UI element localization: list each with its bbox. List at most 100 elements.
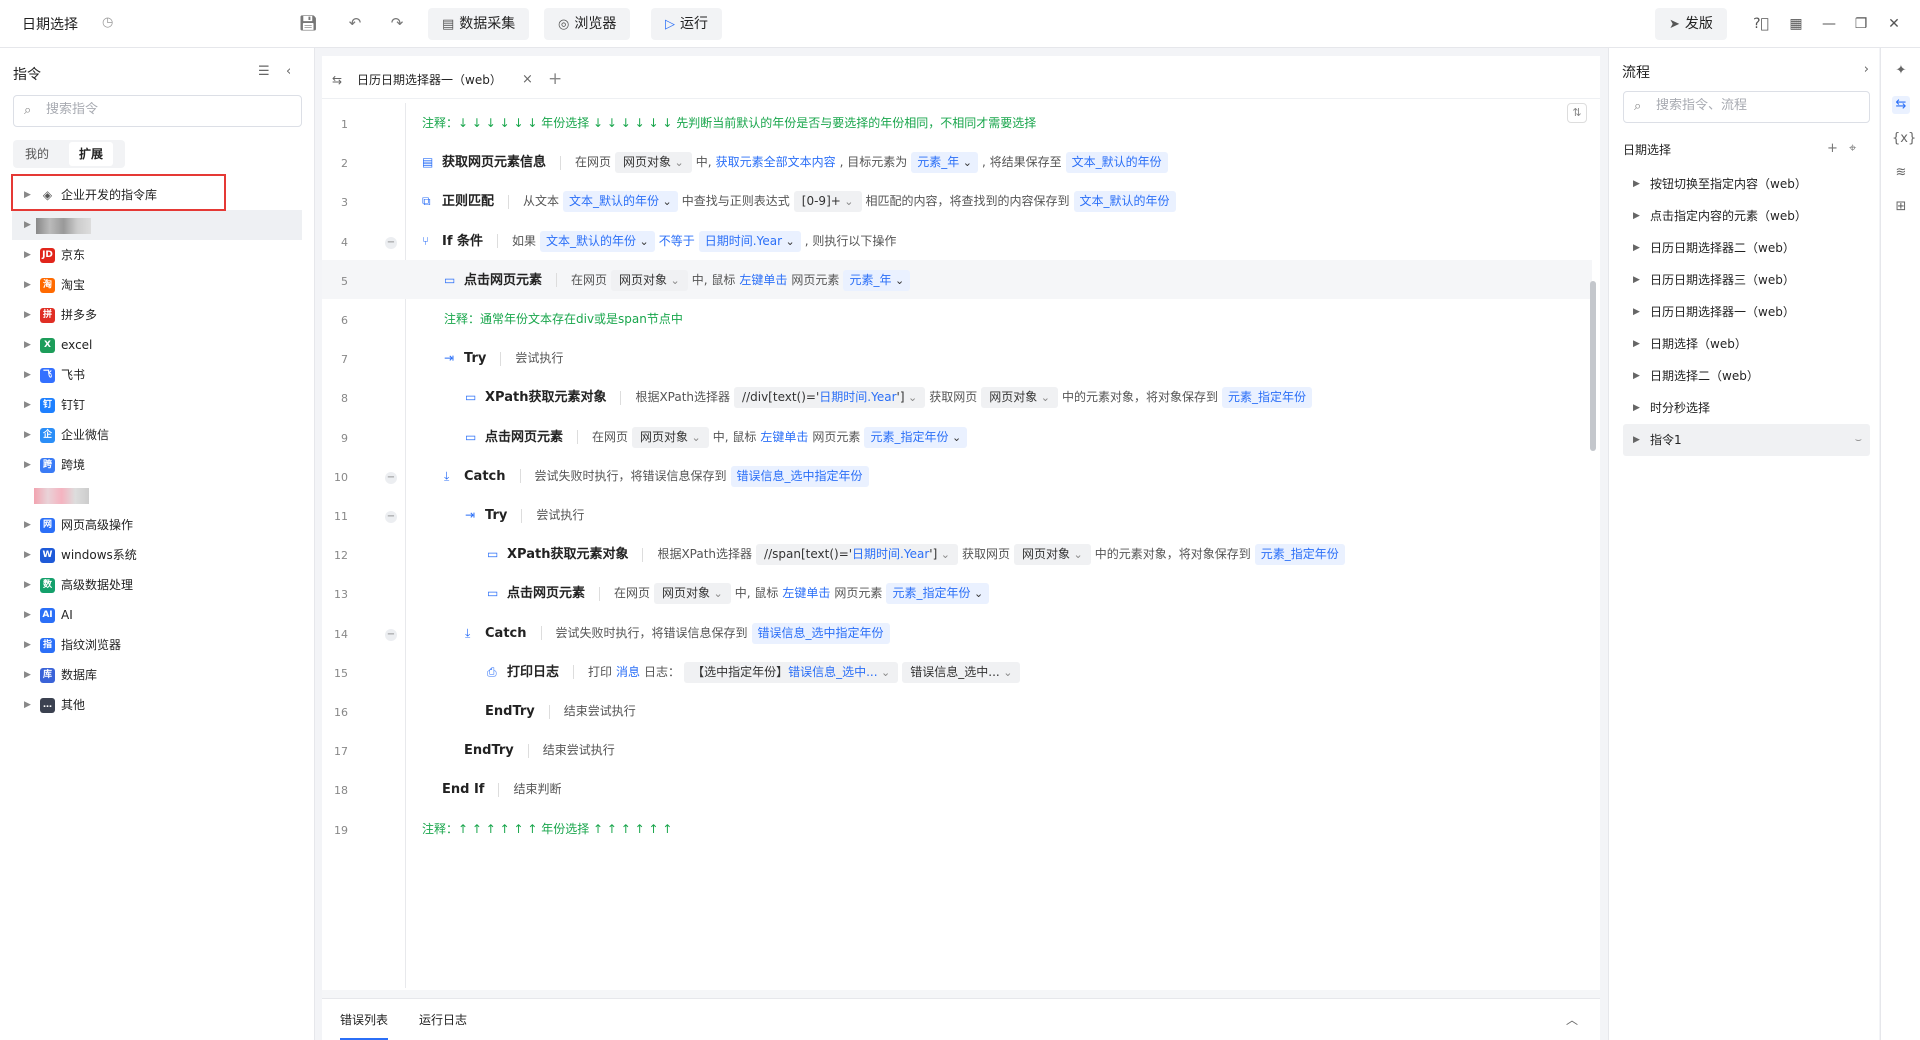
- collapse-left-icon[interactable]: ‹: [286, 64, 291, 79]
- option-link[interactable]: 获取元素全部文本内容: [716, 155, 836, 169]
- statement[interactable]: 注释：↑ ↑ ↑ ↑ ↑ ↑ 年份选择 ↑ ↑ ↑ ↑ ↑ ↑: [422, 818, 676, 840]
- close-tab-icon[interactable]: ×: [522, 62, 533, 98]
- statement[interactable]: End If 结束判断: [422, 778, 565, 800]
- chevron-up-icon[interactable]: ︿: [1566, 1011, 1578, 1028]
- history-icon[interactable]: ◷: [102, 15, 113, 30]
- statement[interactable]: EndTry 结束尝试执行: [444, 739, 619, 761]
- tree-item[interactable]: ▶ 拼拼多多: [12, 300, 302, 330]
- expression-select[interactable]: 【选中指定年份】错误信息_选中...: [684, 661, 899, 683]
- code-line[interactable]: 7 ⇥ Try 尝试执行: [322, 338, 1592, 377]
- grid-icon[interactable]: ▦: [1785, 13, 1807, 35]
- run-button[interactable]: ▷ 运行: [651, 8, 722, 40]
- caret-right-icon[interactable]: ▶: [24, 600, 31, 630]
- code-line[interactable]: 8 ▭ XPath获取元素对象 根据XPath选择器//div[text()='日期时…: [322, 377, 1592, 416]
- statement[interactable]: ⇥ Try 尝试执行: [444, 347, 567, 369]
- caret-right-icon[interactable]: ▶: [24, 660, 31, 690]
- tree-item[interactable]: ▶ 指指纹浏览器: [12, 630, 302, 660]
- statement[interactable]: EndTry 结束尝试执行: [465, 700, 640, 722]
- param-select[interactable]: 网页对象: [615, 152, 692, 174]
- caret-right-icon[interactable]: ▶: [24, 360, 31, 390]
- expression-select[interactable]: //span[text()='日期时间.Year']: [756, 544, 958, 566]
- flow-item[interactable]: ▶ 时分秒选择: [1623, 392, 1870, 424]
- caret-right-icon[interactable]: ▶: [24, 390, 31, 420]
- variable-chip[interactable]: 错误信息_选中指定年份: [730, 465, 869, 487]
- code-line[interactable]: 5 ▭ 点击网页元素 在网页网页对象中, 鼠标左键单击网页元素元素_年: [322, 259, 1592, 299]
- flow-item[interactable]: ▶ 日历日期选择器二（web）: [1623, 232, 1870, 264]
- variable-chip[interactable]: 元素_指定年份: [886, 583, 990, 605]
- statement[interactable]: ▭ 点击网页元素 在网页网页对象中, 鼠标左键单击网页元素元素_年: [444, 269, 914, 291]
- sort-icon[interactable]: ☰: [258, 64, 270, 79]
- code-line[interactable]: 17 EndTry 结束尝试执行: [322, 730, 1592, 769]
- apps-icon[interactable]: ⊞: [1892, 198, 1910, 216]
- caret-right-icon[interactable]: ▶: [24, 240, 31, 270]
- statement[interactable]: ▭ 点击网页元素 在网页网页对象中, 鼠标左键单击网页元素元素_指定年份: [465, 426, 971, 448]
- caret-right-icon[interactable]: ▶: [24, 270, 31, 300]
- statement[interactable]: ▭ XPath获取元素对象 根据XPath选择器//div[text()='日期时间…: [465, 386, 1316, 409]
- code-line[interactable]: 1 注释：↓ ↓ ↓ ↓ ↓ ↓ 年份选择 ↓ ↓ ↓ ↓ ↓ ↓ 先判断当前默认…: [322, 103, 1592, 142]
- code-line[interactable]: 15⎙打印日志打印消息日志：【选中指定年份】错误信息_选中...错误信息_选中.…: [322, 652, 1592, 691]
- caret-right-icon[interactable]: ▶: [1633, 296, 1640, 328]
- tree-item[interactable]: ▶ … 其他: [12, 690, 302, 720]
- tree-item[interactable]: ▶ AI AI: [12, 600, 302, 630]
- option-link[interactable]: 左键单击: [760, 430, 808, 444]
- tree-item[interactable]: ▶ 企企业微信: [12, 420, 302, 450]
- param-select[interactable]: 网页对象: [654, 583, 731, 605]
- variable-chip[interactable]: 错误信息_选中指定年份: [751, 622, 890, 644]
- statement[interactable]: ⎙打印日志打印消息日志：【选中指定年份】错误信息_选中...错误信息_选中...: [487, 661, 1024, 683]
- variable-chip[interactable]: 元素_指定年份: [1254, 544, 1345, 566]
- flow-item[interactable]: ▶ 按钮切换至指定内容（web）: [1623, 168, 1870, 200]
- caret-right-icon[interactable]: ▶: [1633, 328, 1640, 360]
- tree-item[interactable]: ▶ Wwindows系统: [12, 540, 302, 570]
- code-line[interactable]: 12 ▭ XPath获取元素对象 根据XPath选择器//span[text()='日…: [322, 534, 1592, 573]
- settings-toggle-icon[interactable]: ⇅: [1567, 103, 1587, 123]
- fold-toggle-icon[interactable]: −: [385, 471, 397, 484]
- sparkle-icon[interactable]: ✦: [1892, 62, 1910, 80]
- command-search-input[interactable]: [46, 102, 286, 117]
- variable-chip[interactable]: 元素_指定年份: [1221, 387, 1312, 409]
- locate-icon[interactable]: ⌖: [1849, 141, 1856, 156]
- code-line[interactable]: 10 − ⤓ Catch 尝试失败时执行，将错误信息保存到 错误信息_选中指定年份: [322, 456, 1592, 495]
- flow-item[interactable]: ▶ 点击指定内容的元素（web）: [1623, 200, 1870, 232]
- code-line[interactable]: 14 − ⤓ Catch 尝试失败时执行，将错误信息保存到 错误信息_选中指定年份: [322, 613, 1592, 652]
- save-icon[interactable]: 💾︎: [298, 13, 318, 33]
- code-line[interactable]: 6 注释：通常年份文本存在div或是span节点中: [322, 299, 1592, 338]
- caret-right-icon[interactable]: ▶: [24, 510, 31, 540]
- option-link[interactable]: 消息: [616, 665, 640, 679]
- statement[interactable]: 注释：通常年份文本存在div或是span节点中: [444, 308, 687, 330]
- code-line[interactable]: 9 ▭ 点击网页元素 在网页网页对象中, 鼠标左键单击网页元素元素_指定年份: [322, 417, 1592, 456]
- statement[interactable]: ▭ XPath获取元素对象 根据XPath选择器//span[text()='日期时…: [487, 543, 1349, 566]
- tree-item[interactable]: ▶ 淘淘宝: [12, 270, 302, 300]
- expression-select[interactable]: //div[text()='日期时间.Year']: [734, 387, 926, 409]
- statement[interactable]: ▭ 点击网页元素 在网页网页对象中, 鼠标左键单击网页元素元素_指定年份: [487, 582, 993, 605]
- tree-item[interactable]: ▶ 网网页高级操作: [12, 510, 302, 540]
- param-select[interactable]: 网页对象: [981, 387, 1058, 409]
- tree-item[interactable]: ▶ 飞飞书: [12, 360, 302, 390]
- tree-item[interactable]: ▶ 钉钉钉: [12, 390, 302, 420]
- tree-item[interactable]: ▶: [12, 210, 302, 240]
- param-select[interactable]: 错误信息_选中...: [902, 661, 1021, 683]
- add-icon[interactable]: +: [1827, 141, 1838, 156]
- close-icon[interactable]: ✕: [1883, 13, 1905, 35]
- flow-icon[interactable]: ⇆: [1892, 96, 1910, 114]
- data-collect-button[interactable]: ▤ 数据采集: [428, 8, 530, 40]
- code-line[interactable]: 19 注释：↑ ↑ ↑ ↑ ↑ ↑ 年份选择 ↑ ↑ ↑ ↑ ↑ ↑: [322, 809, 1592, 848]
- statement[interactable]: ⧉正则匹配从文本文本_默认的年份中查找与正则表达式[0-9]+相匹配的内容，将查…: [422, 190, 1180, 213]
- statement[interactable]: ▤ 获取网页元素信息 在网页网页对象中, 获取元素全部文本内容, 目标元素为元素_年,…: [422, 151, 1172, 174]
- caret-right-icon[interactable]: ▶: [1633, 392, 1640, 424]
- code-line[interactable]: 4 − ⑂ If 条件 如果文本_默认的年份不等于日期时间.Year, 则执行以下操作: [322, 221, 1592, 260]
- collapse-right-icon[interactable]: ›: [1864, 62, 1869, 77]
- caret-right-icon[interactable]: ▶: [1633, 200, 1640, 232]
- undo-icon[interactable]: ↶: [345, 13, 365, 33]
- option-link[interactable]: 左键单击: [782, 586, 830, 600]
- code-line[interactable]: 16 EndTry 结束尝试执行: [322, 691, 1592, 730]
- tree-item[interactable]: ▶ Xexcel: [12, 330, 302, 360]
- publish-button[interactable]: ➤ 发版: [1655, 8, 1727, 40]
- statement[interactable]: 注释：↓ ↓ ↓ ↓ ↓ ↓ 年份选择 ↓ ↓ ↓ ↓ ↓ ↓ 先判断当前默认的…: [422, 112, 1040, 134]
- add-tab-icon[interactable]: +: [548, 69, 562, 89]
- layers-icon[interactable]: ≋: [1892, 164, 1910, 182]
- tree-item[interactable]: ▶ JD 京东: [12, 240, 302, 270]
- eye-hidden-icon[interactable]: ⌣: [1855, 424, 1862, 456]
- code-line[interactable]: 2 ▤ 获取网页元素信息 在网页网页对象中, 获取元素全部文本内容, 目标元素为元素_年…: [322, 142, 1592, 181]
- tab-mine[interactable]: 我的: [15, 142, 59, 166]
- option-link[interactable]: 左键单击: [739, 273, 787, 287]
